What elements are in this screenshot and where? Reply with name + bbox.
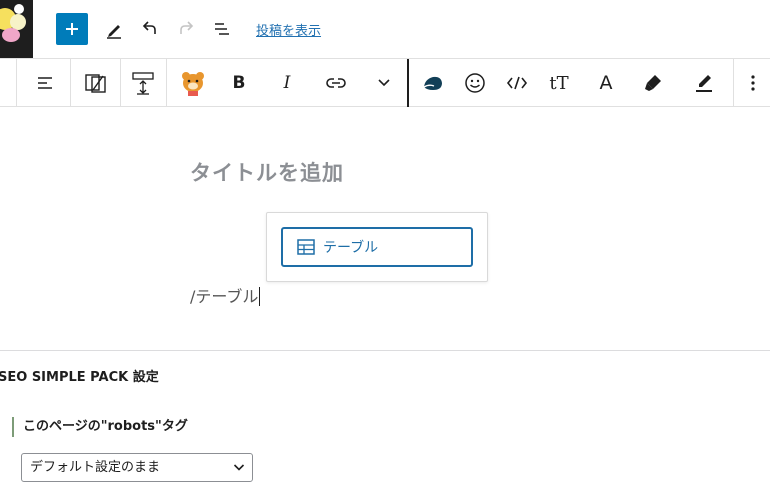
robots-select-value: デフォルト設定のまま	[30, 460, 161, 475]
align-icon	[38, 77, 52, 89]
pebble-button[interactable]	[417, 59, 449, 107]
toolbar-divider	[733, 59, 734, 107]
block-transform-button[interactable]	[78, 59, 112, 107]
link-icon	[326, 78, 346, 88]
typed-text: /テーブル	[190, 287, 259, 306]
more-rich-text-button[interactable]	[370, 59, 398, 107]
font-size-button[interactable]: tT	[543, 59, 575, 107]
plus-icon	[66, 23, 78, 35]
block-transform-icon	[85, 74, 106, 93]
bold-button[interactable]: B	[224, 59, 254, 107]
add-block-button[interactable]	[56, 13, 88, 45]
tools-button[interactable]	[98, 13, 130, 45]
chevron-down-icon	[233, 464, 245, 471]
italic-button[interactable]: I	[272, 59, 302, 107]
list-view-button[interactable]	[206, 13, 238, 45]
highlighter-button[interactable]	[637, 59, 669, 107]
autocomplete-item-label: テーブル	[323, 240, 379, 256]
site-logo[interactable]	[0, 0, 33, 58]
autocomplete-item-table[interactable]: テーブル	[281, 227, 473, 267]
align-button[interactable]	[28, 59, 62, 107]
link-button[interactable]	[320, 59, 352, 107]
block-mover-button[interactable]	[126, 59, 160, 107]
meta-box-title: SEO SIMPLE PACK 設定	[0, 370, 159, 385]
bold-text: B	[232, 73, 246, 93]
block-autocomplete-popup: テーブル	[266, 212, 488, 282]
toolbar-divider	[16, 59, 17, 107]
font-size-text: tT	[549, 72, 569, 94]
redo-button[interactable]	[170, 13, 202, 45]
robots-select[interactable]: デフォルト設定のまま	[21, 453, 253, 482]
list-view-icon	[215, 23, 229, 35]
emoji-button[interactable]	[459, 59, 491, 107]
block-mover-icon	[132, 72, 154, 95]
text-color-button[interactable]: A	[590, 59, 622, 107]
seo-meta-box: SEO SIMPLE PACK 設定 このページの"robots"タグ デフォル…	[0, 350, 770, 489]
highlighter-icon	[645, 75, 661, 91]
toolbar-divider	[407, 59, 409, 107]
code-icon	[506, 76, 528, 90]
post-title-input[interactable]: タイトルを追加	[190, 157, 344, 187]
marker-icon	[696, 75, 712, 92]
bear-button[interactable]	[176, 59, 210, 107]
undo-button[interactable]	[134, 13, 166, 45]
pencil-icon	[107, 25, 121, 39]
view-post-link[interactable]: 投稿を表示	[256, 20, 321, 39]
italic-text: I	[283, 73, 291, 93]
undo-icon	[142, 21, 156, 34]
chevron-down-icon	[378, 79, 390, 87]
pebble-icon	[423, 76, 442, 90]
table-icon	[297, 239, 315, 255]
text-cursor	[259, 287, 261, 306]
paragraph-block[interactable]: /テーブル	[190, 283, 261, 307]
marker-button[interactable]	[688, 59, 720, 107]
text-color-text: A	[599, 72, 613, 94]
code-button[interactable]	[501, 59, 533, 107]
bear-icon	[182, 72, 204, 96]
toolbar-divider	[166, 59, 167, 107]
block-type-button[interactable]	[0, 59, 4, 107]
top-toolbar: 投稿を表示	[0, 0, 770, 58]
robots-field-label: このページの"robots"タグ	[12, 417, 188, 437]
block-toolbar: B I tT A	[0, 58, 770, 107]
toolbar-divider	[70, 59, 71, 107]
more-options-icon	[751, 75, 755, 91]
emoji-icon	[465, 73, 485, 93]
more-options-button[interactable]	[740, 59, 766, 107]
toolbar-divider	[120, 59, 121, 107]
redo-icon	[180, 21, 194, 34]
